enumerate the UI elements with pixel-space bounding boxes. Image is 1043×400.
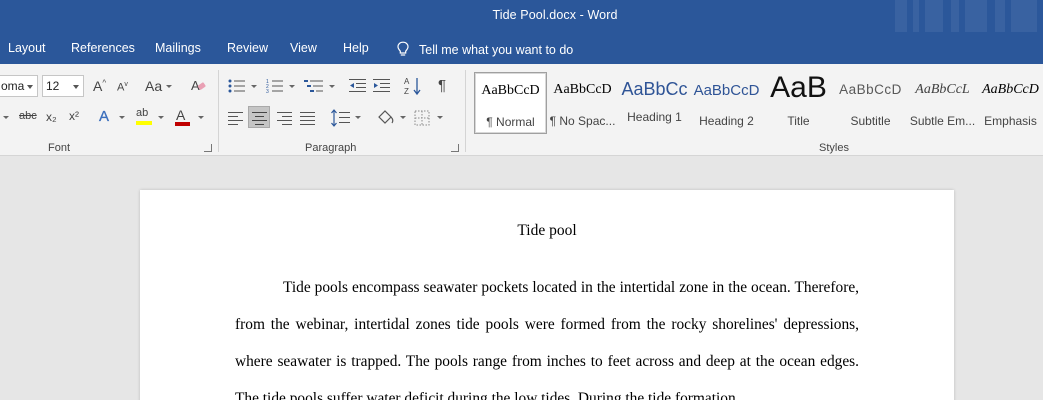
svg-text:A: A: [404, 77, 410, 86]
chevron-down-icon: [198, 116, 204, 119]
chevron-down-icon: [3, 116, 9, 119]
tab-mailings[interactable]: Mailings: [155, 41, 201, 55]
style-preview: AaBbCcD: [982, 82, 1039, 97]
chevron-down-icon: [119, 116, 125, 119]
style-preview: AaBbCcD: [839, 82, 902, 97]
chevron-down-icon: [400, 116, 406, 119]
chevron-down-icon: [158, 116, 164, 119]
style-name: Heading 2: [699, 114, 754, 128]
svg-text:Z: Z: [404, 87, 409, 96]
chevron-down-icon: [27, 85, 33, 89]
chevron-down-icon: [437, 116, 443, 119]
bullets-icon[interactable]: [228, 78, 246, 94]
ribbon-tabs: Layout References Mailings Review View H…: [0, 32, 1043, 64]
multilevel-list-icon[interactable]: [304, 78, 324, 94]
font-size-value: 12: [46, 79, 60, 93]
show-formatting-marks-icon[interactable]: ¶: [438, 78, 446, 93]
tell-me-search[interactable]: Tell me what you want to do: [396, 41, 573, 57]
align-center-button[interactable]: [248, 106, 270, 128]
clear-formatting-icon[interactable]: A: [190, 77, 206, 93]
style-preview: AaBbCcD: [553, 82, 612, 97]
highlight-button[interactable]: ab: [136, 108, 148, 119]
style-name: Heading 1: [627, 110, 682, 124]
style-emphasis[interactable]: AaBbCcD Emphasis: [978, 72, 1043, 134]
superscript-button[interactable]: x²: [69, 110, 79, 122]
paragraph-dialog-launcher[interactable]: [451, 144, 459, 152]
group-separator: [465, 70, 466, 152]
font-color-button[interactable]: A: [176, 108, 185, 122]
tab-view[interactable]: View: [290, 41, 317, 55]
sort-icon[interactable]: A Z: [404, 76, 422, 96]
numbering-icon[interactable]: 1 2 3: [266, 78, 284, 94]
style-name: ¶ No Spac...: [549, 114, 616, 128]
shrink-font-icon[interactable]: Av: [117, 81, 128, 94]
style-normal[interactable]: AaBbCcD ¶ Normal: [474, 72, 547, 134]
line-spacing-icon[interactable]: [331, 109, 351, 127]
tab-layout[interactable]: Layout: [8, 41, 46, 55]
style-preview: AaB: [770, 72, 827, 104]
paragraph-group-label: Paragraph: [305, 142, 357, 154]
grow-font-icon[interactable]: A^: [93, 79, 106, 93]
style-preview: AaBbCcD: [481, 83, 540, 98]
font-size-combo[interactable]: 12: [42, 75, 84, 97]
ribbon: oma 12 A^ Av Aa A abc x₂ x² A ab A Font …: [0, 64, 1043, 156]
lightbulb-icon: [397, 41, 409, 56]
style-name: ¶ Normal: [486, 115, 535, 129]
group-separator: [218, 70, 219, 152]
decrease-indent-icon[interactable]: [349, 78, 367, 94]
shading-icon[interactable]: [376, 108, 396, 126]
change-case-button[interactable]: Aa: [145, 79, 162, 93]
font-group-label: Font: [48, 142, 71, 154]
chevron-down-icon: [289, 85, 295, 88]
style-name: Subtitle: [850, 114, 891, 128]
chevron-down-icon: [166, 85, 172, 88]
chevron-down-icon: [73, 85, 79, 89]
text-effects-button[interactable]: A: [99, 109, 109, 124]
tab-review[interactable]: Review: [227, 41, 268, 55]
font-dialog-launcher[interactable]: [204, 144, 212, 152]
highlight-color-swatch: [136, 121, 152, 125]
justify-icon[interactable]: [300, 111, 316, 125]
style-subtitle[interactable]: AaBbCcD Subtitle: [834, 72, 907, 134]
align-center-icon: [252, 112, 267, 125]
style-subtle-emphasis[interactable]: AaBbCcL Subtle Em...: [906, 72, 979, 134]
document-paragraph: Tide pools encompass seawater pockets lo…: [235, 279, 859, 400]
title-bar: Tide Pool.docx - Word: [0, 0, 1043, 32]
style-heading-1[interactable]: AaBbCc Heading 1: [618, 72, 691, 134]
style-preview: AaBbCcD: [693, 82, 760, 99]
chevron-down-icon: [329, 85, 335, 88]
style-heading-2[interactable]: AaBbCcD Heading 2: [690, 72, 763, 134]
tell-me-label: Tell me what you want to do: [419, 43, 574, 57]
chevron-down-icon: [355, 116, 361, 119]
style-name: Emphasis: [984, 114, 1037, 128]
style-name: Title: [787, 114, 810, 128]
strikethrough-button[interactable]: abc: [19, 111, 37, 122]
style-name: Subtle Em...: [909, 114, 976, 128]
chevron-down-icon: [251, 85, 257, 88]
subscript-button[interactable]: x₂: [46, 111, 57, 123]
style-preview: AaBbCcL: [915, 82, 970, 97]
document-canvas[interactable]: Tide pool Tide pools encompass seawater …: [0, 157, 1043, 400]
align-left-icon[interactable]: [228, 111, 244, 125]
font-name-combo[interactable]: oma: [0, 75, 38, 97]
tab-references[interactable]: References: [71, 41, 135, 55]
style-title[interactable]: AaB Title: [762, 72, 835, 134]
style-preview: AaBbCc: [621, 79, 688, 99]
style-no-spacing[interactable]: AaBbCcD ¶ No Spac...: [546, 72, 619, 134]
styles-group-label: Styles: [819, 142, 849, 154]
window-title: Tide Pool.docx - Word: [492, 8, 618, 22]
align-right-icon[interactable]: [277, 111, 293, 125]
font-name-value: oma: [1, 79, 25, 93]
increase-indent-icon[interactable]: [373, 78, 391, 94]
tab-help[interactable]: Help: [343, 41, 369, 55]
title-bar-decoration: [893, 0, 1043, 32]
document-title: Tide pool: [517, 222, 577, 239]
font-color-swatch: [175, 122, 190, 126]
borders-icon[interactable]: [414, 110, 430, 126]
svg-text:3: 3: [266, 89, 269, 94]
document-page[interactable]: Tide pool Tide pools encompass seawater …: [140, 190, 954, 400]
